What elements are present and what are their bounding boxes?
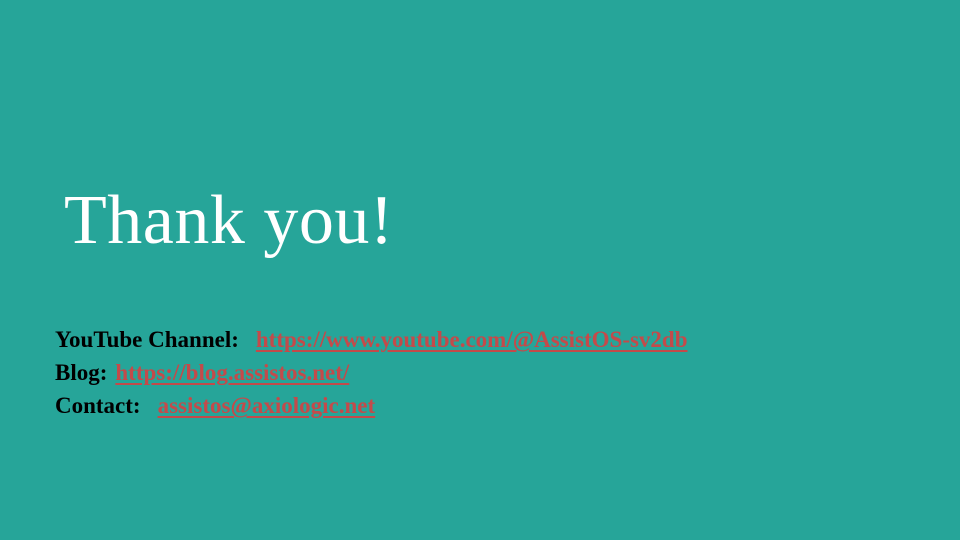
contact-label: Contact: — [55, 393, 141, 418]
youtube-label: YouTube Channel: — [55, 327, 239, 352]
slide-title: Thank you! — [64, 182, 394, 259]
youtube-link[interactable]: https://www.youtube.com/@AssistOS-sv2db — [256, 327, 688, 352]
youtube-row: YouTube Channel: https://www.youtube.com/… — [55, 323, 688, 356]
blog-row: Blog: https://blog.assistos.net/ — [55, 356, 688, 389]
blog-label: Blog: — [55, 360, 108, 385]
slide: Thank you! YouTube Channel: https://www.y… — [0, 0, 960, 540]
blog-link[interactable]: https://blog.assistos.net/ — [115, 360, 349, 385]
contact-block: YouTube Channel: https://www.youtube.com/… — [55, 323, 688, 422]
email-link[interactable]: assistos@axiologic.net — [158, 393, 376, 418]
contact-row: Contact: assistos@axiologic.net — [55, 389, 688, 422]
